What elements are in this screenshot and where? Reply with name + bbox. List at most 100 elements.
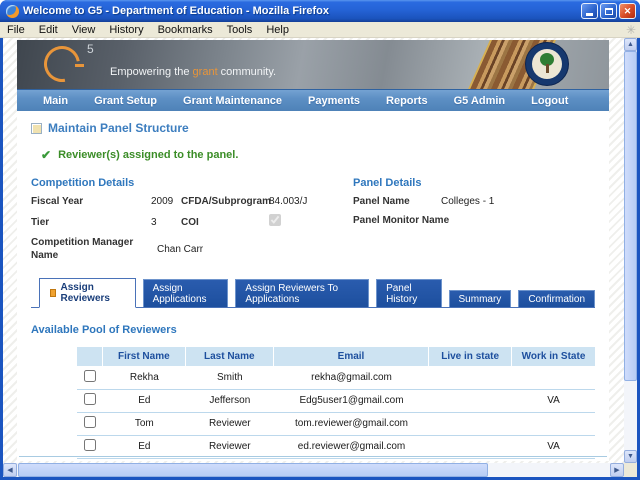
available-pool-heading: Available Pool of Reviewers: [31, 324, 595, 336]
table-row: Tom Smither tom.smither@gmail.com VA: [77, 459, 595, 461]
live-in-state-cell: [429, 413, 512, 436]
scroll-down-button[interactable]: ▼: [624, 450, 637, 463]
content-panel: 5 Empowering the grant community. Main G…: [17, 40, 609, 461]
scroll-right-button[interactable]: ▶: [610, 463, 624, 477]
vertical-scrollbar-thumb[interactable]: [624, 51, 637, 381]
window-title: Welcome to G5 - Department of Education …: [23, 5, 581, 17]
tagline-grant-word: grant: [193, 66, 218, 78]
restore-icon: [605, 8, 613, 15]
panel-name-label: Panel Name: [353, 195, 441, 208]
table-row: Tom Reviewer tom.reviewer@gmail.com: [77, 413, 595, 436]
department-of-education-seal: [525, 42, 569, 86]
email-cell: Edg5user1@gmail.com: [274, 390, 429, 413]
fiscal-year-label: Fiscal Year: [31, 195, 151, 208]
work-in-state-cell: [512, 413, 595, 436]
menu-tools[interactable]: Tools: [220, 24, 260, 36]
firefox-icon: [6, 5, 19, 18]
scroll-left-button[interactable]: ◀: [3, 463, 17, 477]
tab-assign-reviewers-to-applications[interactable]: Assign Reviewers To Applications: [235, 279, 369, 307]
seal-inner: [532, 49, 562, 79]
email-cell: tom.reviewer@gmail.com: [274, 413, 429, 436]
row-select-checkbox[interactable]: [84, 370, 96, 382]
competition-details-heading: Competition Details: [31, 177, 353, 189]
first-name-cell: Rekha: [103, 367, 186, 390]
page-title: Maintain Panel Structure: [48, 121, 189, 135]
header-banner: 5 Empowering the grant community.: [17, 40, 609, 89]
tab-summary[interactable]: Summary: [449, 290, 512, 307]
live-in-state-cell: [429, 367, 512, 390]
live-in-state-header: Live in state: [429, 347, 512, 367]
row-select-checkbox[interactable]: [84, 393, 96, 405]
coi-label: COI: [181, 216, 269, 229]
minimize-button[interactable]: [581, 3, 598, 19]
live-in-state-cell: VA: [429, 459, 512, 461]
page-body: Maintain Panel Structure ✔ Reviewer(s) a…: [17, 111, 609, 461]
work-in-state-header: Work in State: [512, 347, 595, 367]
coi-checkbox: [269, 214, 281, 226]
nav-grant-maintenance[interactable]: Grant Maintenance: [170, 95, 295, 107]
menu-help[interactable]: Help: [259, 24, 296, 36]
menu-file[interactable]: File: [0, 24, 32, 36]
menu-view[interactable]: View: [65, 24, 103, 36]
tab-bar: Assign Reviewers Assign Applications Ass…: [31, 278, 595, 308]
nav-main[interactable]: Main: [30, 95, 81, 107]
page-title-icon: [31, 123, 42, 134]
row-select-checkbox[interactable]: [84, 439, 96, 451]
last-name-cell: Smither: [186, 459, 274, 461]
panel-monitor-label: Panel Monitor Name: [353, 214, 453, 227]
page-viewport: 5 Empowering the grant community. Main G…: [3, 38, 624, 463]
panel-details-heading: Panel Details: [353, 177, 595, 189]
email-header: Email: [274, 347, 429, 367]
success-message-row: ✔ Reviewer(s) assigned to the panel.: [41, 148, 595, 162]
banner-tagline: Empowering the grant community.: [110, 66, 276, 78]
seal-tree-trunk: [546, 64, 549, 73]
live-in-state-cell: [429, 390, 512, 413]
title-bar[interactable]: Welcome to G5 - Department of Education …: [0, 0, 640, 22]
tier-label: Tier: [31, 216, 151, 229]
success-message: Reviewer(s) assigned to the panel.: [58, 149, 238, 161]
tab-panel-history[interactable]: Panel History: [376, 279, 441, 307]
details-section: Competition Details Fiscal Year 2009 CFD…: [31, 177, 595, 262]
scroll-up-button[interactable]: ▲: [624, 38, 637, 51]
competition-details: Competition Details Fiscal Year 2009 CFD…: [31, 177, 353, 262]
tab-assign-applications[interactable]: Assign Applications: [143, 279, 229, 307]
menu-edit[interactable]: Edit: [32, 24, 65, 36]
last-name-cell: Smith: [186, 367, 274, 390]
row-select-checkbox[interactable]: [84, 416, 96, 428]
cfda-label: CFDA/Subprogram: [181, 195, 269, 208]
active-tab-icon: [50, 289, 56, 297]
close-button[interactable]: ✕: [619, 3, 636, 19]
g5-logo-five: 5: [87, 42, 94, 56]
first-name-cell: Tom: [103, 459, 186, 461]
horizontal-scrollbar[interactable]: ◀ ▶: [3, 463, 624, 477]
last-name-header: Last Name: [186, 347, 274, 367]
first-name-header: First Name: [103, 347, 186, 367]
nav-grant-setup[interactable]: Grant Setup: [81, 95, 170, 107]
g5-logo-bar: [75, 64, 84, 67]
nav-payments[interactable]: Payments: [295, 95, 373, 107]
last-name-cell: Reviewer: [186, 413, 274, 436]
table-header-row: First Name Last Name Email Live in state…: [77, 347, 595, 367]
first-name-cell: Tom: [103, 413, 186, 436]
menu-bookmarks[interactable]: Bookmarks: [151, 24, 220, 36]
email-cell: tom.smither@gmail.com: [274, 459, 429, 461]
competition-manager-label: Competition Manager Name: [31, 236, 157, 262]
email-cell: rekha@gmail.com: [274, 367, 429, 390]
tab-confirmation[interactable]: Confirmation: [518, 290, 595, 307]
tab-assign-reviewers[interactable]: Assign Reviewers: [39, 278, 136, 308]
vertical-scrollbar[interactable]: ▲ ▼: [624, 38, 637, 463]
success-check-icon: ✔: [41, 148, 51, 162]
select-column-header: [77, 347, 103, 367]
horizontal-scrollbar-thumb[interactable]: [18, 463, 488, 477]
work-in-state-cell: [512, 367, 595, 390]
reviewers-table: First Name Last Name Email Live in state…: [77, 347, 595, 461]
nav-reports[interactable]: Reports: [373, 95, 441, 107]
menu-history[interactable]: History: [102, 24, 150, 36]
nav-g5-admin[interactable]: G5 Admin: [441, 95, 519, 107]
table-row: Rekha Smith rekha@gmail.com: [77, 367, 595, 390]
minimize-icon: [586, 13, 593, 16]
tier-value: 3: [151, 216, 181, 229]
fiscal-year-value: 2009: [151, 195, 181, 208]
nav-logout[interactable]: Logout: [518, 95, 581, 107]
restore-button[interactable]: [600, 3, 617, 19]
